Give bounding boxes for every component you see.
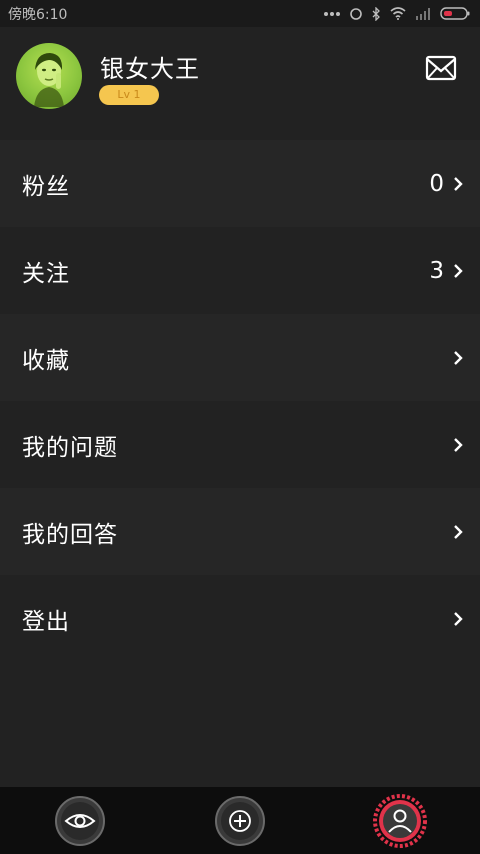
sync-icon [350, 7, 362, 20]
wifi-icon [390, 7, 406, 20]
menu-item-my-answers[interactable]: 我的回答 [0, 488, 480, 575]
menu-item-my-questions[interactable]: 我的问题 [0, 401, 480, 488]
profile-menu: 粉丝 0 关注 3 收藏 我的问题 我的回答 登出 [0, 140, 480, 662]
more-dots-icon [324, 11, 340, 16]
nav-profile-button[interactable] [373, 793, 427, 848]
chevron-right-icon [454, 611, 463, 626]
messages-button[interactable] [424, 53, 458, 83]
plus-icon [215, 795, 265, 846]
menu-item-label: 我的问题 [22, 434, 118, 461]
bottom-nav [0, 787, 480, 854]
nav-discover-button[interactable] [53, 794, 107, 848]
menu-item-favorites[interactable]: 收藏 [0, 314, 480, 401]
menu-item-label: 登出 [22, 608, 70, 635]
nav-add-button[interactable] [213, 794, 267, 848]
mail-icon [425, 55, 457, 81]
user-icon [373, 793, 427, 848]
signal-icon [416, 7, 430, 20]
chevron-right-icon [454, 263, 463, 278]
chevron-right-icon [454, 437, 463, 452]
profile-screen: 傍晚6:10 银女大王 Lv 1 粉丝 0 关注 3 收藏 我的问题 我的回答 … [0, 0, 480, 854]
chevron-right-icon [454, 176, 463, 191]
chevron-right-icon [454, 524, 463, 539]
menu-item-label: 我的回答 [22, 521, 118, 548]
menu-item-count: 0 [429, 170, 444, 197]
username: 银女大王 [100, 55, 200, 83]
eye-icon [55, 795, 105, 846]
level-badge: Lv 1 [99, 85, 159, 105]
bluetooth-icon [372, 6, 380, 21]
menu-item-label: 关注 [22, 260, 70, 287]
status-icons [324, 6, 470, 21]
menu-item-following[interactable]: 关注 3 [0, 227, 480, 314]
menu-item-count: 3 [429, 257, 444, 284]
menu-item-label: 收藏 [22, 347, 70, 374]
status-time: 傍晚6:10 [8, 6, 68, 23]
avatar-portrait-icon [34, 53, 64, 107]
avatar[interactable] [16, 43, 82, 109]
menu-item-logout[interactable]: 登出 [0, 575, 480, 662]
chevron-right-icon [454, 350, 463, 365]
profile-header: 银女大王 Lv 1 [0, 27, 480, 140]
battery-icon [440, 7, 470, 20]
menu-item-fans[interactable]: 粉丝 0 [0, 140, 480, 227]
status-bar: 傍晚6:10 [0, 0, 480, 27]
menu-item-label: 粉丝 [22, 173, 70, 200]
